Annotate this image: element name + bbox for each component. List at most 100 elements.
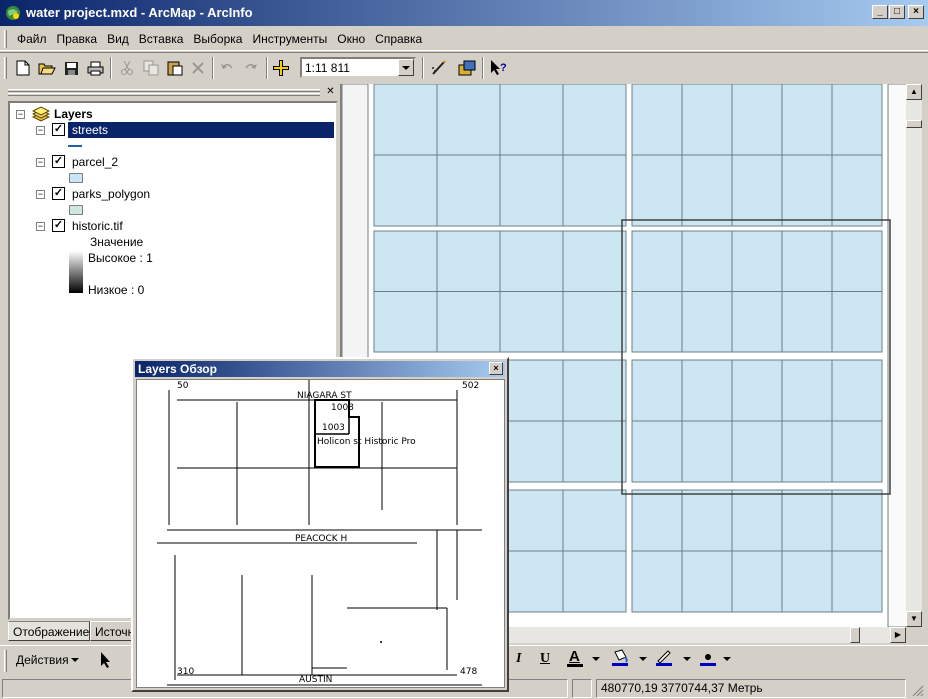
scroll-up-icon[interactable]: ▲ bbox=[906, 84, 922, 100]
overview-canvas[interactable]: 50 502 310 478 PEACOCK H AUSTIN Holicon … bbox=[136, 379, 505, 688]
font-color-swatch bbox=[567, 664, 583, 667]
ov-label-historic: Holicon st Historic Pro bbox=[317, 437, 416, 447]
layers-stack-icon bbox=[32, 106, 50, 122]
chevron-down-icon bbox=[639, 657, 647, 661]
collapse-icon[interactable]: − bbox=[16, 110, 25, 119]
overview-title-bar[interactable]: Layers Обзор × bbox=[135, 361, 505, 377]
toc-header-grip[interactable] bbox=[4, 86, 338, 100]
street-edge-strip bbox=[887, 84, 907, 627]
delete-icon[interactable] bbox=[187, 57, 209, 79]
add-data-icon[interactable] bbox=[270, 57, 292, 79]
chevron-down-icon[interactable] bbox=[398, 59, 414, 76]
print-icon[interactable] bbox=[84, 57, 106, 79]
scroll-thumb[interactable] bbox=[850, 627, 860, 643]
collapse-icon[interactable]: − bbox=[36, 126, 45, 135]
undo-icon[interactable] bbox=[216, 57, 238, 79]
collapse-icon[interactable]: − bbox=[36, 222, 45, 231]
save-icon[interactable] bbox=[60, 57, 82, 79]
layer-row-streets[interactable]: − ✓ streets bbox=[34, 122, 334, 138]
underline-button[interactable]: U bbox=[540, 651, 554, 669]
close-button[interactable]: × bbox=[908, 5, 924, 19]
ov-label-1008: 1008 bbox=[331, 403, 354, 413]
whats-this-icon[interactable]: ? bbox=[487, 57, 509, 79]
tab-source[interactable]: Источн bbox=[90, 621, 136, 641]
marker-color-button[interactable] bbox=[698, 648, 738, 670]
layer-row-parks[interactable]: − ✓ parks_polygon bbox=[34, 186, 334, 202]
collapse-icon[interactable]: − bbox=[36, 190, 45, 199]
menu-tools[interactable]: Инструменты bbox=[247, 31, 332, 47]
ov-label-502: 502 bbox=[462, 381, 479, 391]
fill-symbol[interactable] bbox=[69, 205, 83, 215]
scroll-down-icon[interactable]: ▼ bbox=[906, 611, 922, 627]
open-folder-icon[interactable] bbox=[36, 57, 58, 79]
scroll-right-icon[interactable]: ▶ bbox=[890, 627, 906, 643]
layer-name: parcel_2 bbox=[72, 155, 119, 169]
collapse-icon[interactable]: − bbox=[36, 158, 45, 167]
layer-row-parcel[interactable]: − ✓ parcel_2 bbox=[34, 154, 334, 170]
cut-icon[interactable] bbox=[116, 57, 138, 79]
menu-grip[interactable] bbox=[4, 30, 7, 48]
layer-visibility-checkbox[interactable]: ✓ bbox=[52, 155, 65, 168]
tab-display[interactable]: Отображение bbox=[8, 621, 90, 641]
layer-visibility-checkbox[interactable]: ✓ bbox=[52, 187, 65, 200]
redo-icon[interactable] bbox=[240, 57, 262, 79]
line-color-button[interactable] bbox=[654, 648, 694, 670]
overview-title: Layers Обзор bbox=[138, 362, 217, 376]
toolbar-grip[interactable] bbox=[4, 650, 7, 672]
copy-icon[interactable] bbox=[140, 57, 162, 79]
toolbar-separator bbox=[266, 57, 268, 79]
toc-close-icon[interactable]: ✕ bbox=[324, 87, 337, 99]
menu-edit[interactable]: Правка bbox=[52, 31, 103, 47]
pen-icon bbox=[656, 650, 672, 666]
fill-color-button[interactable] bbox=[610, 648, 650, 670]
toc-root-label: Layers bbox=[54, 107, 93, 121]
toc-root-row[interactable]: − Layers bbox=[14, 106, 334, 122]
menu-insert[interactable]: Вставка bbox=[134, 31, 189, 47]
menu-help[interactable]: Справка bbox=[370, 31, 427, 47]
toolbar-separator bbox=[482, 57, 484, 79]
maximize-button[interactable]: □ bbox=[889, 5, 905, 19]
toolbar-grip[interactable] bbox=[4, 57, 7, 79]
vertical-scrollbar[interactable]: ▲ ▼ bbox=[906, 84, 922, 627]
raster-legend-high: Высокое : 1 bbox=[88, 251, 153, 265]
layer-name: parks_polygon bbox=[72, 187, 151, 201]
minimize-button[interactable]: _ bbox=[872, 5, 888, 19]
layer-name: historic.tif bbox=[72, 219, 123, 233]
menu-selection[interactable]: Выборка bbox=[188, 31, 247, 47]
chevron-down-icon bbox=[683, 657, 691, 661]
scroll-thumb[interactable] bbox=[906, 120, 922, 128]
fill-symbol[interactable] bbox=[69, 173, 83, 183]
drawing-actions-label: Действия bbox=[16, 653, 69, 667]
ov-label-310: 310 bbox=[177, 667, 194, 677]
layer-name: streets bbox=[72, 123, 109, 137]
menu-bar: Файл Правка Вид Вставка Выборка Инструме… bbox=[0, 27, 928, 51]
layer-visibility-checkbox[interactable]: ✓ bbox=[52, 123, 65, 136]
resize-grip-icon[interactable] bbox=[910, 683, 924, 697]
italic-button[interactable]: I bbox=[516, 651, 530, 669]
editor-toolbar-icon[interactable] bbox=[428, 57, 450, 79]
line-symbol bbox=[68, 145, 82, 147]
layer-row-historic[interactable]: − ✓ historic.tif bbox=[34, 218, 334, 234]
chevron-down-icon bbox=[592, 657, 600, 661]
menu-file[interactable]: Файл bbox=[12, 31, 52, 47]
raster-legend-title: Значение bbox=[90, 235, 144, 249]
new-document-icon[interactable] bbox=[12, 57, 34, 79]
overview-window[interactable]: Layers Обзор × 50 502 310 478 PEACOCK H … bbox=[131, 357, 509, 692]
status-coordinates: 480770,19 3770744,37 Метрь bbox=[596, 679, 906, 698]
raster-gradient bbox=[69, 251, 83, 293]
svg-text:?: ? bbox=[500, 62, 507, 74]
layer-visibility-checkbox[interactable]: ✓ bbox=[52, 219, 65, 232]
paste-icon[interactable] bbox=[164, 57, 186, 79]
chevron-down-icon bbox=[71, 658, 79, 662]
ov-label-50: 50 bbox=[177, 381, 189, 391]
toolbar-separator bbox=[110, 57, 112, 79]
arctoolbox-icon[interactable] bbox=[456, 57, 478, 79]
menu-view[interactable]: Вид bbox=[102, 31, 134, 47]
select-elements-arrow-icon[interactable] bbox=[97, 651, 115, 669]
font-color-button[interactable]: A bbox=[563, 648, 603, 670]
map-scale-combobox[interactable]: 1:11 811 bbox=[300, 57, 416, 78]
menu-window[interactable]: Окно bbox=[332, 31, 370, 47]
overview-close-button[interactable]: × bbox=[489, 362, 503, 375]
toolbar-separator bbox=[422, 57, 424, 79]
title-bar[interactable]: water project.mxd - ArcMap - ArcInfo _ □… bbox=[0, 0, 928, 26]
